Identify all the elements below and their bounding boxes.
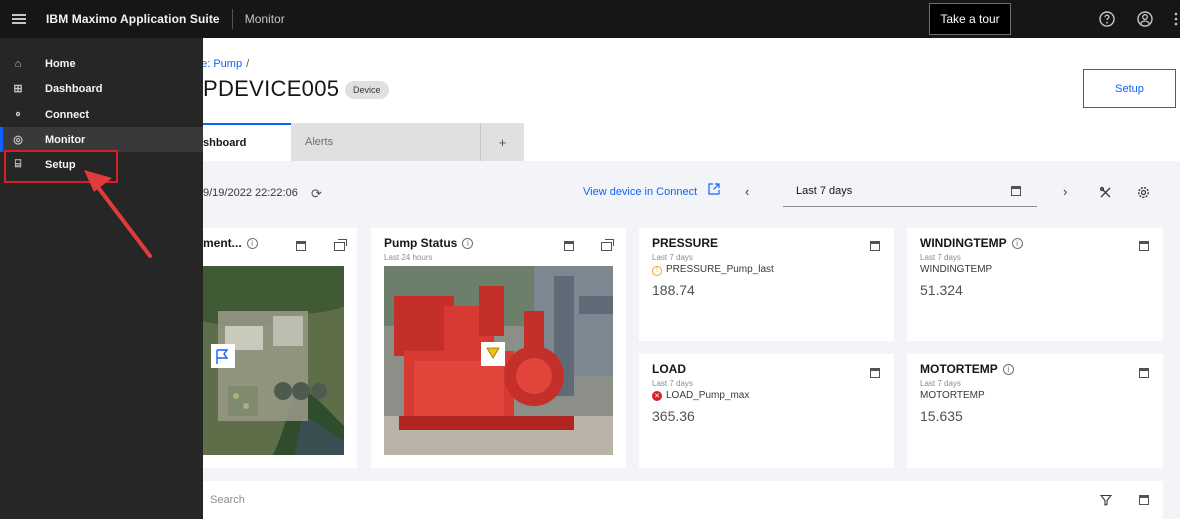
sidebar-item-label: Home xyxy=(45,57,76,70)
sidebar-item-label: Dashboard xyxy=(45,82,103,95)
windingtemp-metric-name: WINDINGTEMP xyxy=(920,264,993,275)
tools-icon[interactable] xyxy=(1099,186,1112,199)
motortemp-subtitle: Last 7 days xyxy=(920,379,961,388)
dashboard-icon: ⊞ xyxy=(13,83,23,95)
motortemp-card[interactable]: MOTORTEMP i Last 7 days MOTORTEMP 15.635 xyxy=(907,354,1163,468)
breadcrumb[interactable]: pe: Pump / xyxy=(195,58,249,70)
monitor-icon: ◎ xyxy=(13,134,23,146)
calendar-icon[interactable] xyxy=(296,241,306,251)
calendar-icon[interactable] xyxy=(564,241,574,251)
pump-image[interactable] xyxy=(384,266,613,455)
device-tag: Device xyxy=(345,81,389,99)
date-range-select[interactable]: Last 7 days xyxy=(783,177,1037,207)
page-title: PDEVICE005 xyxy=(203,76,340,101)
connect-icon: ⚬ xyxy=(13,109,23,121)
user-icon[interactable] xyxy=(1136,10,1154,28)
map-card: ment... i xyxy=(203,228,357,468)
take-tour-button[interactable]: Take a tour xyxy=(929,3,1011,35)
tab-alerts[interactable]: Alerts xyxy=(291,123,481,161)
windingtemp-card[interactable]: WINDINGTEMP i Last 7 days WINDINGTEMP 51.… xyxy=(907,228,1163,341)
expand-icon[interactable] xyxy=(334,239,347,251)
info-icon[interactable]: i xyxy=(246,238,258,249)
pump-status-subtitle: Last 24 hours xyxy=(384,253,433,262)
filter-icon[interactable] xyxy=(1100,494,1112,506)
tab-dashboard[interactable]: shboard xyxy=(203,123,291,161)
arrow-annotation xyxy=(84,170,152,258)
home-icon: ⌂ xyxy=(14,57,22,70)
calendar-icon[interactable] xyxy=(870,241,880,251)
chevron-right-icon[interactable]: › xyxy=(1063,184,1067,199)
tab-bar: shboard Alerts + xyxy=(203,123,524,161)
pump-status-card: Pump Status i Last 24 hours xyxy=(371,228,626,468)
view-device-in-connect-link[interactable]: View device in Connect xyxy=(583,186,697,198)
info-icon[interactable]: i xyxy=(462,238,474,249)
product-name: Monitor xyxy=(244,12,285,26)
breadcrumb-separator: / xyxy=(246,58,250,70)
windingtemp-title: WINDINGTEMP xyxy=(920,236,1007,250)
sidebar-item-monitor[interactable]: ◎ Monitor xyxy=(0,127,203,152)
pump-status-title: Pump Status xyxy=(384,236,458,250)
windingtemp-value: 51.324 xyxy=(920,282,963,298)
calendar-icon[interactable] xyxy=(1139,368,1149,378)
map-card-title: ment... xyxy=(203,236,242,250)
overflow-menu-icon[interactable] xyxy=(1172,10,1180,28)
launch-icon[interactable] xyxy=(708,183,720,195)
motortemp-title: MOTORTEMP xyxy=(920,362,998,376)
sidebar-item-label: Monitor xyxy=(45,133,86,146)
pressure-title: PRESSURE xyxy=(652,236,719,250)
calendar-icon[interactable] xyxy=(1139,241,1149,251)
map-image[interactable] xyxy=(203,266,344,455)
divider xyxy=(231,9,233,29)
sidebar-item-dashboard[interactable]: ⊞ Dashboard xyxy=(0,76,203,101)
pressure-card[interactable]: PRESSURE Last 7 days ! PRESSURE_Pump_last… xyxy=(639,228,894,341)
motortemp-value: 15.635 xyxy=(920,408,963,424)
expand-icon[interactable] xyxy=(601,239,614,251)
gear-icon[interactable] xyxy=(1137,186,1150,199)
load-value: 365.36 xyxy=(652,408,695,424)
pressure-subtitle: Last 7 days xyxy=(652,253,693,262)
load-title: LOAD xyxy=(652,362,686,376)
search-input[interactable]: Search xyxy=(210,494,245,506)
info-icon[interactable]: i xyxy=(1011,238,1023,249)
sidebar-item-connect[interactable]: ⚬ Connect xyxy=(0,102,203,127)
date-range-value: Last 7 days xyxy=(796,185,853,197)
refresh-icon[interactable]: ⟳ xyxy=(311,186,322,202)
motortemp-metric-name: MOTORTEMP xyxy=(920,390,985,401)
add-tab-button[interactable]: + xyxy=(481,123,524,161)
load-card[interactable]: LOAD Last 7 days ✕ LOAD_Pump_max 365.36 xyxy=(639,354,894,468)
chevron-left-icon[interactable]: ‹ xyxy=(745,184,749,199)
load-metric-name: LOAD_Pump_max xyxy=(666,390,750,401)
last-updated-timestamp: 9/19/2022 22:22:06 xyxy=(203,187,298,199)
load-subtitle: Last 7 days xyxy=(652,379,693,388)
error-icon: ✕ xyxy=(652,391,662,401)
windingtemp-subtitle: Last 7 days xyxy=(920,253,961,262)
pressure-value: 188.74 xyxy=(652,282,695,298)
sidebar-item-home[interactable]: ⌂ Home xyxy=(0,51,203,76)
setup-button[interactable]: Setup xyxy=(1083,69,1176,108)
side-navigation: ⌂ Home ⊞ Dashboard ⚬ Connect ◎ Monitor ⌸ Setu… xyxy=(0,38,203,519)
calendar-icon[interactable] xyxy=(1011,186,1021,196)
info-icon[interactable]: i xyxy=(1002,364,1014,375)
brand-name[interactable]: IBM Maximo Application Suite xyxy=(46,12,220,26)
calendar-icon[interactable] xyxy=(1139,495,1149,505)
top-bar: IBM Maximo Application Suite Monitor Tak… xyxy=(0,0,1180,38)
sidebar-item-label: Connect xyxy=(45,108,89,121)
warning-icon: ! xyxy=(652,265,662,276)
calendar-icon[interactable] xyxy=(870,368,880,378)
pressure-metric-name: PRESSURE_Pump_last xyxy=(666,264,774,275)
menu-icon[interactable] xyxy=(0,0,38,38)
help-icon[interactable] xyxy=(1098,10,1116,28)
